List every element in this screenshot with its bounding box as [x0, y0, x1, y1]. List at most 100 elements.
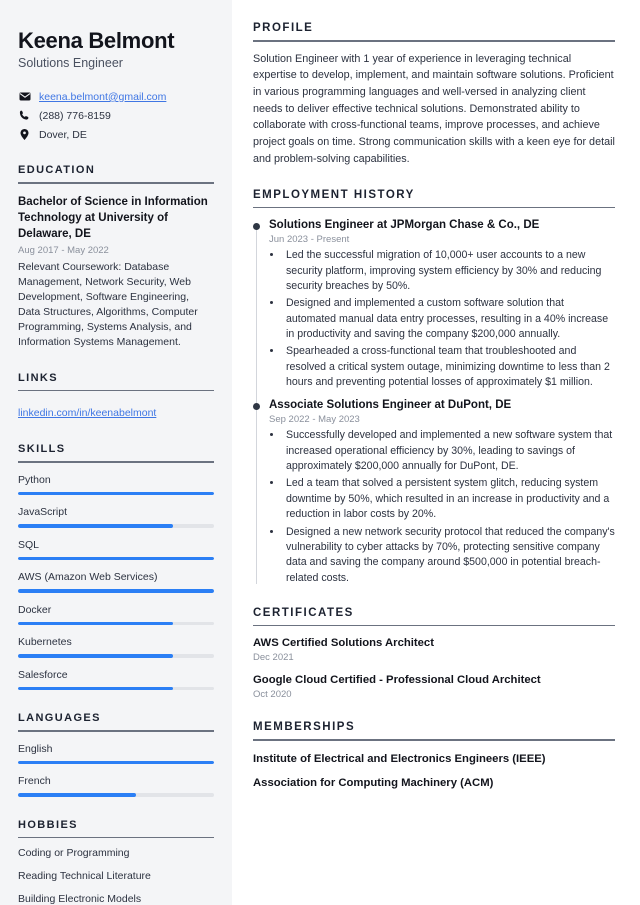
profile-section: PROFILE Solution Engineer with 1 year of… [253, 22, 615, 168]
skill-label: JavaScript [18, 506, 68, 519]
contact-list: keena.belmont@gmail.com (288) 776-8159 D… [18, 89, 214, 142]
job-bullet: Designed and implemented a custom softwa… [283, 296, 615, 342]
skills-divider [18, 461, 214, 463]
phone-icon [18, 110, 31, 121]
resume-page: Keena Belmont Solutions Engineer keena.b… [0, 0, 640, 905]
hobbies-list: Coding or Programming Reading Technical L… [18, 847, 214, 905]
education-heading: EDUCATION [18, 164, 96, 177]
membership-item: Association for Computing Machinery (ACM… [253, 776, 494, 789]
language-label: English [18, 742, 53, 755]
map-pin-icon [18, 129, 31, 141]
language-bar-fill [18, 793, 136, 797]
skill-bar-fill [18, 524, 173, 528]
skill-item: SQL [18, 539, 214, 561]
skill-bar-fill [18, 621, 173, 626]
languages-section: LANGUAGES English French [18, 712, 214, 797]
job-title: Solutions Engineer at JPMorgan Chase & C… [269, 219, 540, 232]
languages-heading: LANGUAGES [18, 712, 101, 725]
skill-label: Salesforce [18, 668, 68, 681]
certificate-title: Google Cloud Certified - Professional Cl… [253, 674, 541, 687]
language-bar-track [18, 760, 214, 765]
education-date: Aug 2017 - May 2022 [18, 245, 109, 257]
skill-item: Kubernetes [18, 636, 214, 658]
skills-heading: SKILLS [18, 443, 66, 456]
certificate-item: AWS Certified Solutions Architect Dec 202… [253, 637, 615, 663]
skill-label: Docker [18, 603, 52, 616]
candidate-job-title: Solutions Engineer [18, 56, 123, 71]
envelope-icon [18, 92, 31, 101]
certificate-date: Oct 2020 [253, 689, 292, 701]
email-value[interactable]: keena.belmont@gmail.com [39, 91, 166, 103]
skill-bar-track [18, 621, 214, 626]
job-entry: Associate Solutions Engineer at DuPont, … [253, 399, 615, 586]
profile-text: Solution Engineer with 1 year of experie… [253, 52, 615, 165]
employment-divider [253, 206, 615, 209]
skill-item: AWS (Amazon Web Services) [18, 571, 214, 593]
skill-item: Salesforce [18, 669, 214, 691]
skill-label: Python [18, 473, 51, 486]
links-section: LINKS linkedin.com/in/keenabelmont [18, 372, 214, 422]
links-divider [18, 389, 214, 392]
skill-bar-fill [18, 491, 214, 496]
profile-divider [253, 40, 615, 42]
job-entry: Solutions Engineer at JPMorgan Chase & C… [253, 219, 615, 390]
hobbies-section: HOBBIES Coding or Programming Reading Tec… [18, 819, 214, 905]
education-divider [18, 182, 214, 184]
main-column: PROFILE Solution Engineer with 1 year of… [232, 0, 640, 905]
location-value: Dover, DE [39, 128, 87, 141]
memberships-divider [253, 739, 615, 741]
memberships-list: Institute of Electrical and Electronics … [253, 753, 615, 789]
contact-location: Dover, DE [18, 127, 214, 142]
education-degree: Bachelor of Science in Information Techn… [18, 195, 208, 240]
language-item: French [18, 775, 214, 797]
hobbies-divider [18, 836, 214, 839]
education-description: Relevant Coursework: Database Management… [18, 261, 198, 348]
skill-label: SQL [18, 538, 40, 551]
languages-list: English French [18, 743, 214, 797]
job-bullet: Spearheaded a cross-functional team that… [283, 344, 615, 390]
language-bar-fill [18, 760, 214, 765]
job-bullet: Led the successful migration of 10,000+ … [283, 248, 615, 294]
hobbies-heading: HOBBIES [18, 818, 78, 831]
job-date: Jun 2023 - Present [269, 234, 350, 246]
skill-item: Docker [18, 604, 214, 626]
links-heading: LINKS [18, 371, 58, 384]
skill-bar-fill [18, 556, 214, 561]
contact-phone: (288) 776-8159 [18, 108, 214, 123]
job-bullet-list: Led the successful migration of 10,000+ … [269, 248, 615, 390]
certificate-date: Dec 2021 [253, 652, 294, 664]
skill-bar-track [18, 491, 214, 496]
skills-list: Python JavaScript SQL AWS (Amazon Web Servi… [18, 474, 214, 691]
certificates-section: CERTIFICATES AWS Certified Solutions Arc… [253, 607, 615, 700]
contact-email[interactable]: keena.belmont@gmail.com [18, 89, 214, 104]
employment-timeline: Solutions Engineer at JPMorgan Chase & C… [253, 219, 615, 586]
skills-section: SKILLS Python JavaScript SQL AWS (Amazon We… [18, 443, 214, 691]
candidate-name: Keena Belmont [18, 28, 175, 53]
job-bullet: Successfully developed and implemented a… [283, 428, 615, 474]
membership-item: Institute of Electrical and Electronics … [253, 752, 546, 765]
skill-bar-track [18, 556, 214, 561]
skill-bar-fill [18, 589, 214, 593]
employment-section: EMPLOYMENT HISTORY Solutions Engineer at… [253, 189, 615, 586]
sidebar: Keena Belmont Solutions Engineer keena.b… [0, 0, 232, 905]
skill-bar-track [18, 589, 214, 593]
language-item: English [18, 743, 214, 765]
job-title: Associate Solutions Engineer at DuPont, … [269, 399, 512, 412]
phone-value: (288) 776-8159 [39, 109, 111, 122]
skill-bar-track [18, 524, 214, 528]
education-section: EDUCATION Bachelor of Science in Informa… [18, 164, 214, 350]
certificate-item: Google Cloud Certified - Professional Cl… [253, 674, 615, 700]
job-bullet: Designed a new network security protocol… [283, 525, 615, 586]
linkedin-link[interactable]: linkedin.com/in/keenabelmont [18, 407, 156, 419]
skill-bar-track [18, 686, 214, 691]
skill-bar-fill [18, 654, 173, 658]
link-item[interactable]: linkedin.com/in/keenabelmont [18, 403, 214, 421]
languages-divider [18, 730, 214, 732]
job-bullet-list: Successfully developed and implemented a… [269, 428, 615, 586]
skill-bar-fill [18, 686, 173, 691]
hobby-item: Building Electronic Models [18, 892, 142, 905]
hobby-item: Reading Technical Literature [18, 869, 151, 882]
language-label: French [18, 775, 51, 788]
job-bullet: Led a team that solved a persistent syst… [283, 476, 615, 522]
certificates-list: AWS Certified Solutions Architect Dec 202… [253, 637, 615, 700]
